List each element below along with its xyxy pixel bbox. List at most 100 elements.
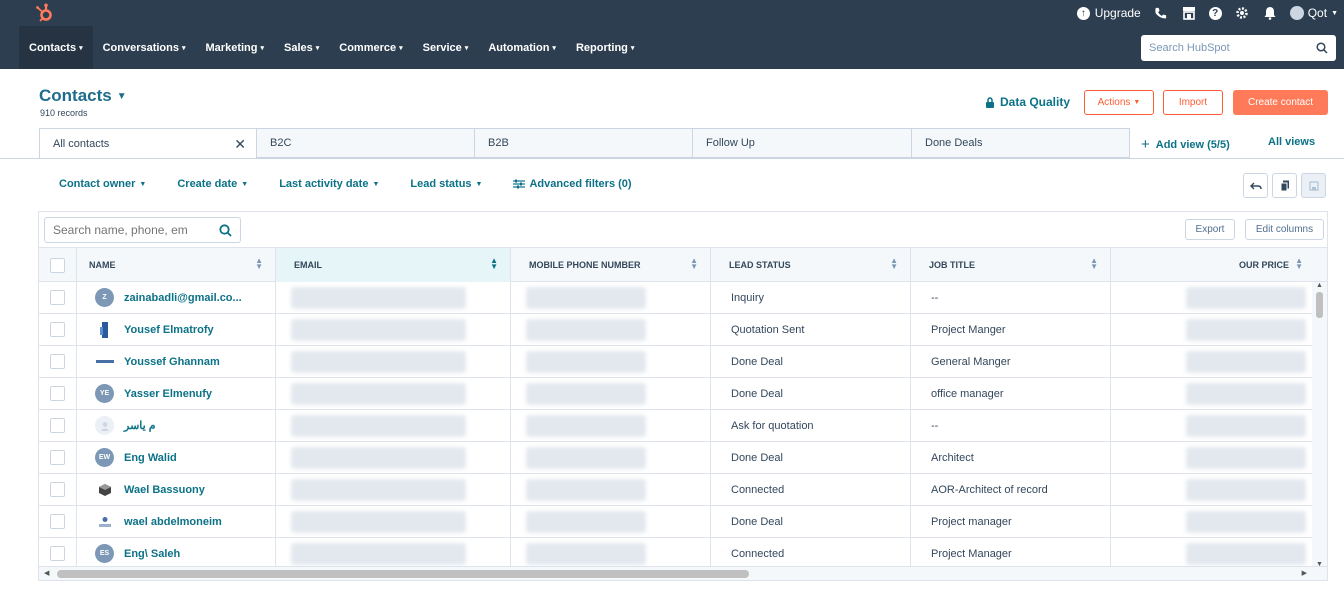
undo-button[interactable] — [1243, 173, 1268, 198]
lead-status-cell: Done Deal — [711, 346, 911, 377]
tab-b2c[interactable]: B2C — [257, 128, 475, 158]
nav-label: Reporting — [575, 41, 628, 54]
all-views-link[interactable]: All views — [1268, 136, 1315, 148]
scroll-left-icon[interactable]: ◀ — [44, 569, 49, 577]
avatar — [95, 416, 114, 435]
table-search-field[interactable] — [53, 223, 208, 237]
contact-name-link[interactable]: Wael Bassuony — [124, 484, 205, 496]
contact-name-link[interactable]: Yousef Elmatrofy — [124, 324, 214, 336]
contact-name-link[interactable]: Eng Walid — [124, 452, 177, 464]
sort-icon[interactable]: ▲ ▼ — [1295, 257, 1303, 271]
row-checkbox[interactable] — [50, 386, 65, 401]
help-icon[interactable]: ? — [1208, 6, 1222, 20]
page-title[interactable]: Contacts ▼ — [39, 86, 127, 106]
contact-name-link[interactable]: Youssef Ghannam — [124, 356, 220, 368]
close-icon[interactable]: ✕ — [234, 136, 246, 153]
table-row[interactable]: Youssef Ghannam Done Deal General Manger — [39, 346, 1312, 378]
job-title-value: General Manger — [931, 355, 1011, 368]
redacted-price — [1186, 382, 1306, 405]
tab-all-contacts[interactable]: All contacts ✕ — [39, 128, 257, 158]
import-button[interactable]: Import — [1163, 90, 1223, 115]
nav-item-conversations[interactable]: Conversations ▾ — [93, 26, 196, 69]
hubspot-logo-icon[interactable] — [34, 2, 56, 24]
notifications-icon[interactable] — [1262, 5, 1278, 21]
save-view-button[interactable] — [1301, 173, 1326, 198]
marketplace-icon[interactable] — [1181, 5, 1197, 21]
filter-last-activity-date[interactable]: Last activity date ▼ — [279, 178, 379, 190]
tab-b2b[interactable]: B2B — [475, 128, 693, 158]
advanced-filters-button[interactable]: Advanced filters (0) — [513, 178, 632, 190]
account-menu[interactable]: Qot ▼ — [1289, 6, 1338, 20]
search-icon[interactable] — [219, 223, 232, 237]
nav-item-automation[interactable]: Automation ▾ — [478, 26, 566, 69]
upgrade-button[interactable]: ↑ Upgrade — [1076, 6, 1141, 20]
nav-item-marketing[interactable]: Marketing ▾ — [196, 26, 274, 69]
edit-columns-button[interactable]: Edit columns — [1245, 219, 1324, 240]
table-row[interactable]: م ياسر Ask for quotation -- — [39, 410, 1312, 442]
contact-name-link[interactable]: م ياسر — [124, 419, 156, 432]
our-price-cell — [1111, 474, 1312, 505]
tab-done-deals[interactable]: Done Deals — [912, 128, 1130, 158]
table-row[interactable]: EW Eng Walid Done Deal Architect — [39, 442, 1312, 474]
table-row[interactable]: Zzainabadli@gmail.co... Inquiry -- — [39, 282, 1312, 314]
contact-name-link[interactable]: Eng\ Saleh — [124, 548, 180, 560]
chevron-down-icon: ▾ — [182, 44, 186, 52]
table-search-input[interactable] — [44, 217, 241, 243]
select-all-checkbox[interactable] — [50, 257, 65, 273]
column-header-our-price[interactable]: OUR PRICE ▲ ▼ — [1111, 248, 1327, 282]
row-checkbox[interactable] — [50, 450, 65, 465]
actions-button[interactable]: Actions ▼ — [1084, 90, 1154, 115]
duplicate-view-button[interactable] — [1272, 173, 1297, 198]
table-row[interactable]: YE Yasser Elmenufy Done Deal office manager — [39, 378, 1312, 410]
chevron-down-icon: ▼ — [241, 180, 249, 188]
sort-icon[interactable]: ▲ ▼ — [490, 257, 498, 271]
contact-name-link[interactable]: wael abdelmoneim — [124, 516, 222, 528]
column-header-email[interactable]: EMAIL ▲ ▼ — [276, 248, 511, 282]
filter-lead-status[interactable]: Lead status ▼ — [410, 178, 482, 190]
row-checkbox[interactable] — [50, 514, 65, 529]
nav-item-service[interactable]: Service ▾ — [413, 26, 479, 69]
row-checkbox[interactable] — [50, 322, 65, 337]
row-checkbox[interactable] — [50, 546, 65, 561]
sort-icon[interactable]: ▲ ▼ — [690, 257, 698, 271]
vertical-scroll-thumb[interactable] — [1316, 292, 1323, 318]
column-label: MOBILE PHONE NUMBER — [529, 260, 641, 270]
table-row[interactable]: Wael Bassuony Connected AOR-Architect of r… — [39, 474, 1312, 506]
row-checkbox[interactable] — [50, 418, 65, 433]
filter-create-date[interactable]: Create date ▼ — [177, 178, 248, 190]
column-header-job-title[interactable]: JOB TITLE ▲ ▼ — [911, 248, 1111, 282]
row-checkbox[interactable] — [50, 482, 65, 497]
scroll-right-icon[interactable]: ▶ — [1302, 569, 1307, 577]
row-checkbox[interactable] — [50, 354, 65, 369]
horizontal-scrollbar[interactable]: ◀ ▶ — [39, 566, 1327, 580]
column-header-mobile-phone[interactable]: MOBILE PHONE NUMBER ▲ ▼ — [511, 248, 711, 282]
filter-contact-owner[interactable]: Contact owner ▼ — [59, 178, 146, 190]
nav-item-reporting[interactable]: Reporting ▾ — [566, 26, 644, 69]
contact-name-link[interactable]: zainabadli@gmail.co... — [124, 292, 242, 304]
plus-icon: + — [1141, 136, 1150, 153]
column-header-name[interactable]: NAME ▲ ▼ — [77, 248, 276, 282]
contact-name-link[interactable]: Yasser Elmenufy — [124, 388, 212, 400]
upgrade-icon: ↑ — [1076, 6, 1090, 20]
row-checkbox[interactable] — [50, 290, 65, 305]
scroll-up-icon[interactable]: ▲ — [1316, 282, 1323, 289]
tab-follow-up[interactable]: Follow Up — [693, 128, 912, 158]
column-header-lead-status[interactable]: LEAD STATUS ▲ ▼ — [711, 248, 911, 282]
nav-item-commerce[interactable]: Commerce ▾ — [329, 26, 412, 69]
table-row[interactable]: wael abdelmoneim Done Deal Project manager — [39, 506, 1312, 538]
export-button[interactable]: Export — [1185, 219, 1235, 240]
add-view-button[interactable]: + Add view (5/5) — [1141, 136, 1230, 153]
horizontal-scroll-thumb[interactable] — [57, 570, 749, 578]
table-row[interactable]: Yousef Elmatrofy Quotation Sent Project Ma… — [39, 314, 1312, 346]
global-search-input[interactable]: Search HubSpot — [1141, 35, 1336, 61]
nav-item-contacts[interactable]: Contacts ▾ — [19, 26, 93, 69]
settings-icon[interactable] — [1234, 5, 1250, 21]
data-quality-link[interactable]: Data Quality — [985, 95, 1070, 109]
calling-icon[interactable] — [1153, 5, 1169, 21]
create-contact-button[interactable]: Create contact — [1233, 90, 1328, 115]
vertical-scrollbar[interactable]: ▲ ▼ — [1312, 282, 1327, 568]
sort-icon[interactable]: ▲ ▼ — [1090, 257, 1098, 271]
sort-icon[interactable]: ▲ ▼ — [890, 257, 898, 271]
nav-item-sales[interactable]: Sales ▾ — [274, 26, 329, 69]
sort-icon[interactable]: ▲ ▼ — [255, 257, 263, 271]
